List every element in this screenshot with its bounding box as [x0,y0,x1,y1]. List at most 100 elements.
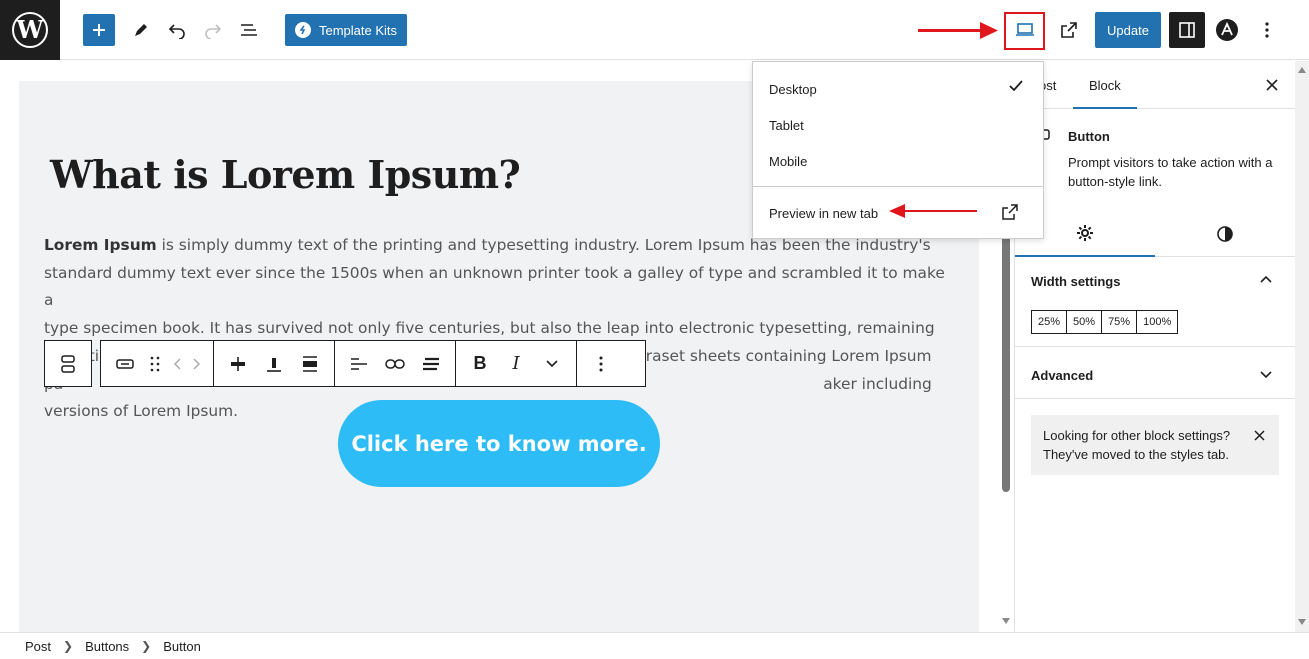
width-75-button[interactable]: 75% [1101,310,1138,334]
styles-moved-notice: Looking for other block settings? They'v… [1031,415,1279,475]
button-block-type-button[interactable] [107,346,143,382]
inspector-tabs [1015,211,1296,257]
menu-item-mobile[interactable]: Mobile [769,154,807,169]
menu-separator [753,186,1043,187]
annotation-arrowhead-icon [889,204,905,218]
bold-button[interactable]: B [462,346,498,382]
toolbar-group-block [101,341,214,386]
annotation-highlight-box [1004,12,1045,50]
redo-button[interactable] [198,14,228,46]
external-link-icon [1061,22,1077,38]
select-parent-block-button[interactable] [44,340,92,387]
paragraph-line-2: standard dummy text ever since the 1500s… [44,263,945,310]
document-overview-button[interactable] [234,14,264,46]
add-block-button[interactable] [83,14,115,46]
menu-item-tablet[interactable]: Tablet [769,118,804,133]
advanced-header[interactable]: Advanced [1031,368,1093,383]
cta-button[interactable]: Click here to know more. [338,400,660,487]
options-menu-button[interactable] [1252,14,1282,46]
menu-item-desktop[interactable]: Desktop [769,82,817,97]
template-kits-button[interactable]: Template Kits [285,14,407,46]
toolbar-group-justify [214,341,335,386]
stretch-icon [303,355,317,372]
contrast-icon [1217,226,1233,242]
width-50-button[interactable]: 50% [1066,310,1103,334]
chevron-right-icon: ❯ [63,639,74,653]
width-25-button[interactable]: 25% [1031,310,1068,334]
block-toolbar: B I [100,340,646,387]
sidebar-icon [1179,22,1195,38]
template-kits-logo-icon [294,22,311,38]
justify-center-button[interactable] [220,346,256,382]
tab-styles[interactable] [1155,211,1295,257]
close-icon [1266,79,1278,91]
annotation-arrow-line [903,210,977,212]
chevron-up-icon[interactable] [1260,275,1272,283]
dismiss-notice-button[interactable] [1254,427,1265,446]
toolbar-group-link [335,341,456,386]
sidebar-scrollbar[interactable] [1295,61,1309,632]
list-view-icon [241,24,257,36]
checkmark-icon [1009,80,1023,92]
button-styles-button[interactable] [413,346,449,382]
post-paragraph[interactable]: Lorem Ipsum is simply dummy text of the … [44,232,959,426]
align-left-icon [351,357,367,370]
block-card-title: Button [1068,129,1110,144]
close-icon [1254,430,1265,441]
stretch-button[interactable] [292,346,328,382]
annotation-arrow-line [918,29,988,32]
annotation-arrowhead-icon [980,22,998,39]
notice-text: Looking for other block settings? They'v… [1043,428,1231,462]
view-post-button[interactable] [1054,14,1084,46]
block-card-description: Prompt visitors to take action with a bu… [1068,155,1273,189]
justify-center-icon [231,356,245,371]
external-link-icon [1002,204,1018,220]
more-vertical-icon [1265,22,1269,38]
pencil-icon [135,24,147,36]
editor-header: W Template Kits Update [0,0,1309,60]
redo-icon [205,24,222,39]
gear-icon [1077,225,1093,241]
settings-sidebar: ost Block Button Prompt visitors to take… [1014,61,1296,632]
sidebar-tabs: ost Block [1015,61,1296,109]
text-align-button[interactable] [341,346,377,382]
block-options-button[interactable] [583,346,619,382]
width-options: 25% 50% 75% 100% [1031,310,1179,334]
edit-tools-button[interactable] [126,14,156,46]
align-bottom-button[interactable] [256,346,292,382]
scroll-up-icon[interactable] [1298,67,1306,73]
move-arrows[interactable] [167,346,207,382]
chevron-right-icon: ❯ [141,639,152,653]
more-vertical-icon [599,356,603,371]
drag-handle[interactable] [143,346,167,382]
menu-item-preview-new-tab[interactable]: Preview in new tab [769,206,878,221]
paragraph-bold-text: Lorem Ipsum [44,236,157,254]
scroll-down-icon[interactable] [1298,619,1306,625]
bold-icon: B [473,353,487,373]
settings-toggle-button[interactable] [1169,12,1205,48]
tab-block[interactable]: Block [1073,78,1137,109]
undo-button[interactable] [162,14,192,46]
breadcrumb-item-buttons[interactable]: Buttons [85,639,129,654]
drag-handle-icon [150,356,160,371]
more-formatting-button[interactable] [534,346,570,382]
toolbar-group-format: B I [456,341,577,386]
post-heading[interactable]: What is Lorem Ipsum? [50,152,521,197]
breadcrumb: Post ❯ Buttons ❯ Button [0,632,1309,659]
chevron-down-icon[interactable] [1260,371,1272,379]
astra-button[interactable] [1212,14,1242,46]
canvas-scroll-down-icon[interactable] [1002,618,1010,624]
svg-text:W: W [16,15,45,44]
italic-button[interactable]: I [498,346,534,382]
wordpress-logo-icon[interactable]: W [0,0,60,60]
update-button[interactable]: Update [1095,12,1161,48]
breadcrumb-item-button[interactable]: Button [163,639,201,654]
paragraph-line-3: type specimen book. It has survived not … [44,319,935,338]
width-settings-header[interactable]: Width settings [1031,274,1120,289]
close-sidebar-button[interactable] [1260,73,1284,97]
buttons-block-icon [61,354,75,373]
link-button[interactable] [377,346,413,382]
breadcrumb-item-post[interactable]: Post [25,639,51,654]
width-100-button[interactable]: 100% [1136,310,1179,334]
astra-logo-icon [1216,19,1238,41]
